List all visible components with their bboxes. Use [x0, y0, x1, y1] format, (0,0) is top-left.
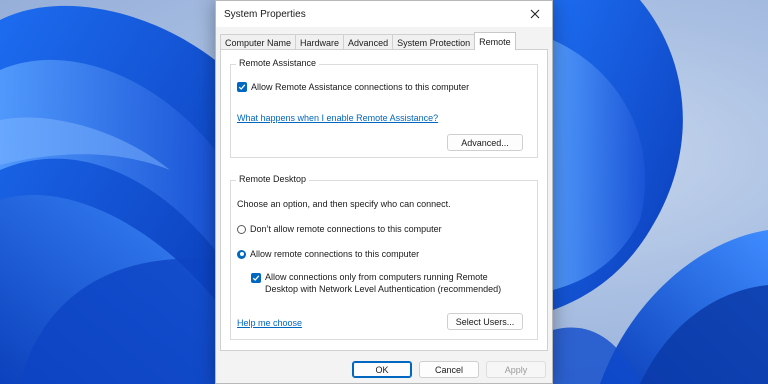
select-users-button[interactable]: Select Users...: [447, 313, 523, 330]
remote-assistance-label: Remote Assistance: [236, 58, 320, 68]
checkmark-icon: [252, 275, 260, 281]
allow-remote-radio[interactable]: [237, 249, 246, 259]
ok-button[interactable]: OK: [352, 361, 412, 378]
checkmark-icon: [238, 84, 246, 90]
remote-assistance-group: Remote Assistance Allow Remote Assistanc…: [230, 58, 538, 158]
allow-remote-option[interactable]: Allow remote connections to this compute…: [237, 249, 419, 259]
allow-remote-label: Allow remote connections to this compute…: [250, 249, 420, 259]
tab-computer-name[interactable]: Computer Name: [220, 34, 297, 50]
cancel-button[interactable]: Cancel: [419, 361, 479, 378]
tab-hardware[interactable]: Hardware: [295, 34, 345, 50]
dont-allow-option[interactable]: Don’t allow remote connections to this c…: [237, 224, 442, 234]
dont-allow-label: Don’t allow remote connections to this c…: [250, 224, 442, 234]
nla-label: Allow connections only from computers ru…: [265, 271, 501, 295]
remote-desktop-group: Remote Desktop Choose an option, and the…: [230, 174, 538, 340]
apply-button[interactable]: Apply: [486, 361, 546, 378]
help-me-choose-link[interactable]: Help me choose: [237, 318, 302, 328]
tab-remote[interactable]: Remote: [474, 32, 516, 50]
remote-desktop-instruction: Choose an option, and then specify who c…: [237, 199, 451, 209]
remote-tab-panel: Remote Assistance Allow Remote Assistanc…: [220, 49, 548, 351]
advanced-button[interactable]: Advanced...: [447, 134, 523, 151]
nla-label-line1: Allow connections only from computers ru…: [265, 272, 488, 282]
nla-label-line2: Desktop with Network Level Authenticatio…: [265, 284, 502, 294]
nla-checkbox[interactable]: [251, 273, 261, 283]
allow-remote-assistance-row[interactable]: Allow Remote Assistance connections to t…: [237, 82, 469, 92]
remote-desktop-label: Remote Desktop: [236, 174, 310, 184]
system-properties-dialog: System Properties Computer Name Hardware…: [215, 0, 553, 384]
allow-remote-assistance-checkbox[interactable]: [237, 82, 247, 92]
dont-allow-radio[interactable]: [237, 224, 246, 234]
title-bar: System Properties: [216, 1, 552, 27]
tab-strip: Computer Name Hardware Advanced System P…: [220, 32, 516, 50]
close-button[interactable]: [518, 1, 552, 27]
tab-system-protection[interactable]: System Protection: [392, 34, 476, 50]
window-title: System Properties: [224, 9, 306, 20]
tab-advanced[interactable]: Advanced: [343, 34, 394, 50]
allow-remote-assistance-label: Allow Remote Assistance connections to t…: [251, 82, 470, 92]
remote-assistance-help-link[interactable]: What happens when I enable Remote Assist…: [237, 113, 438, 123]
close-icon: [530, 9, 540, 19]
